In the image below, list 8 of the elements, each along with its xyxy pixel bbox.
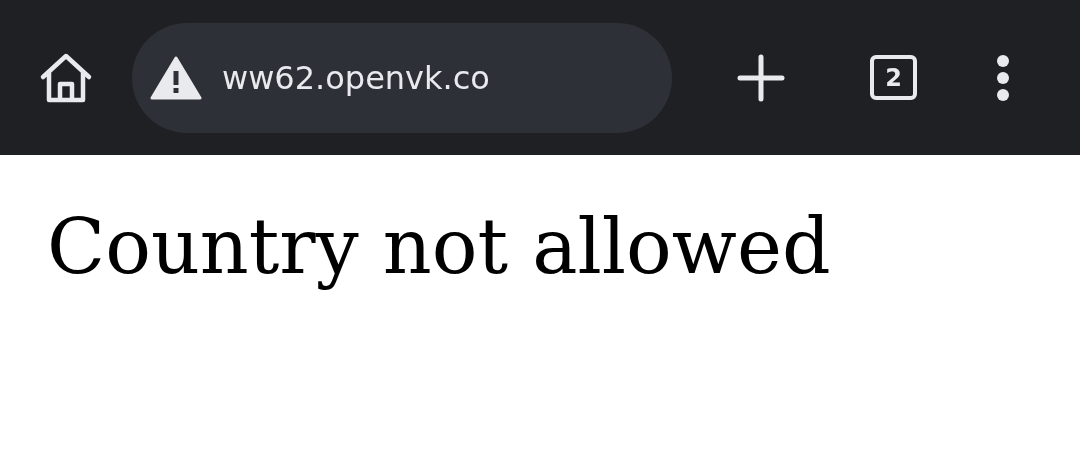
menu-icon[interactable] [996, 53, 1010, 102]
page-heading: Country not allowed [47, 205, 832, 289]
url-text: ww62.openvk.co [222, 58, 490, 97]
home-icon[interactable] [38, 51, 94, 104]
warning-icon[interactable] [150, 55, 202, 100]
address-bar[interactable]: ww62.openvk.co [132, 22, 672, 133]
tab-count-button[interactable]: 2 [870, 55, 917, 100]
new-tab-icon[interactable] [737, 53, 785, 102]
